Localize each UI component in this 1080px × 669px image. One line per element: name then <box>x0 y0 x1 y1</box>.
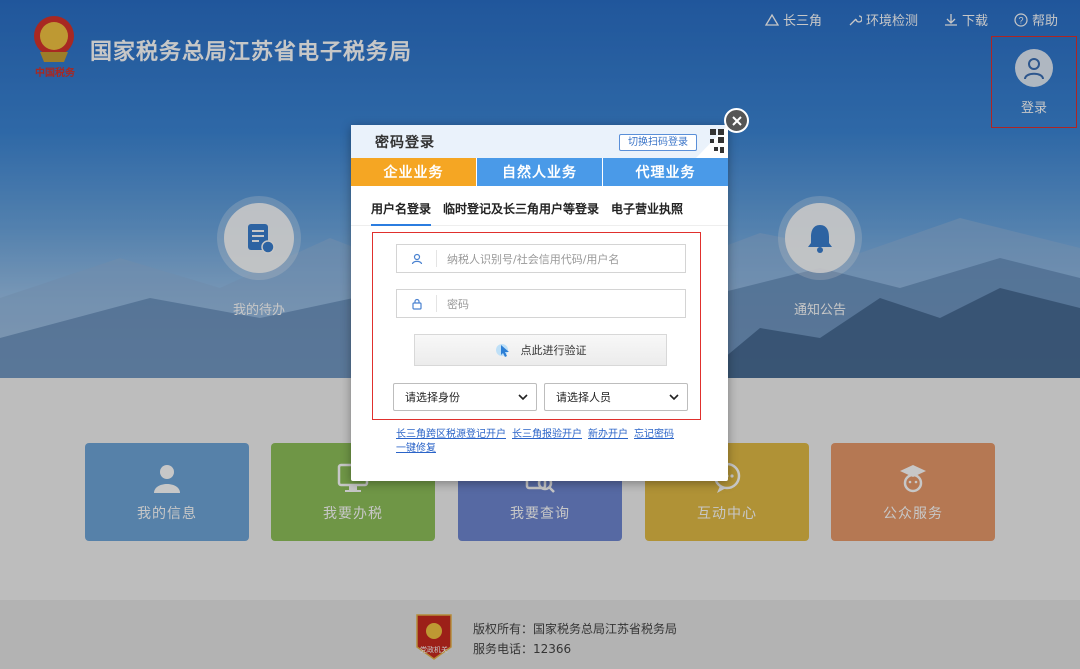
close-icon <box>731 115 742 126</box>
login-method-tabs: 用户名登录 临时登记及长三角用户等登录 电子营业执照 <box>351 200 728 226</box>
captcha-verify-button[interactable]: 点此进行验证 <box>414 334 667 366</box>
person-select[interactable]: 请选择人员 <box>544 383 688 411</box>
tab-username-login[interactable]: 用户名登录 <box>371 200 432 226</box>
qr-code-icon[interactable] <box>696 125 728 158</box>
cursor-click-icon <box>495 344 509 357</box>
link-forgot-password[interactable]: 忘记密码 <box>634 429 674 440</box>
username-placeholder: 纳税人识别号/社会信用代码/用户名 <box>447 252 620 266</box>
link-one-click-repair[interactable]: 一键修复 <box>396 443 436 454</box>
tab-natural-person[interactable]: 自然人业务 <box>476 158 602 186</box>
link-yrd-cross-region-registration[interactable]: 长三角跨区税源登记开户 <box>396 429 506 440</box>
chevron-down-icon <box>669 394 679 401</box>
identity-select-value: 请选择身份 <box>405 391 460 404</box>
lock-icon <box>397 295 437 312</box>
chevron-down-icon <box>518 394 528 401</box>
link-new-account[interactable]: 新办开户 <box>588 429 628 440</box>
switch-qr-login-button[interactable]: 切换扫码登录 <box>619 134 697 151</box>
tab-agent[interactable]: 代理业务 <box>602 158 728 186</box>
login-modal: 密码登录 切换扫码登录 企业业务 自然人业务 代理业务 用户名登录 临时登记及长… <box>351 125 728 481</box>
business-tabs: 企业业务 自然人业务 代理业务 <box>351 158 728 186</box>
modal-header: 密码登录 切换扫码登录 <box>351 125 728 158</box>
username-field[interactable]: 纳税人识别号/社会信用代码/用户名 <box>396 244 686 273</box>
helper-links: 长三角跨区税源登记开户 长三角报验开户 新办开户 忘记密码 一键修复 <box>396 428 686 456</box>
password-field[interactable]: 密码 <box>396 289 686 318</box>
tab-e-business-license[interactable]: 电子营业执照 <box>611 200 683 226</box>
user-icon <box>397 250 437 267</box>
password-placeholder: 密码 <box>447 297 469 311</box>
identity-select[interactable]: 请选择身份 <box>393 383 537 411</box>
tab-enterprise[interactable]: 企业业务 <box>351 158 476 186</box>
close-modal-button[interactable] <box>724 108 749 133</box>
modal-title: 密码登录 <box>375 134 435 151</box>
person-select-value: 请选择人员 <box>556 391 611 404</box>
verify-label: 点此进行验证 <box>520 344 587 357</box>
link-yrd-inspection-account[interactable]: 长三角报验开户 <box>512 429 582 440</box>
login-form: 纳税人识别号/社会信用代码/用户名 密码 点此进行验证 请选择身份 请选择人员 <box>372 232 701 420</box>
tab-temp-registration-login[interactable]: 临时登记及长三角用户等登录 <box>443 200 599 226</box>
